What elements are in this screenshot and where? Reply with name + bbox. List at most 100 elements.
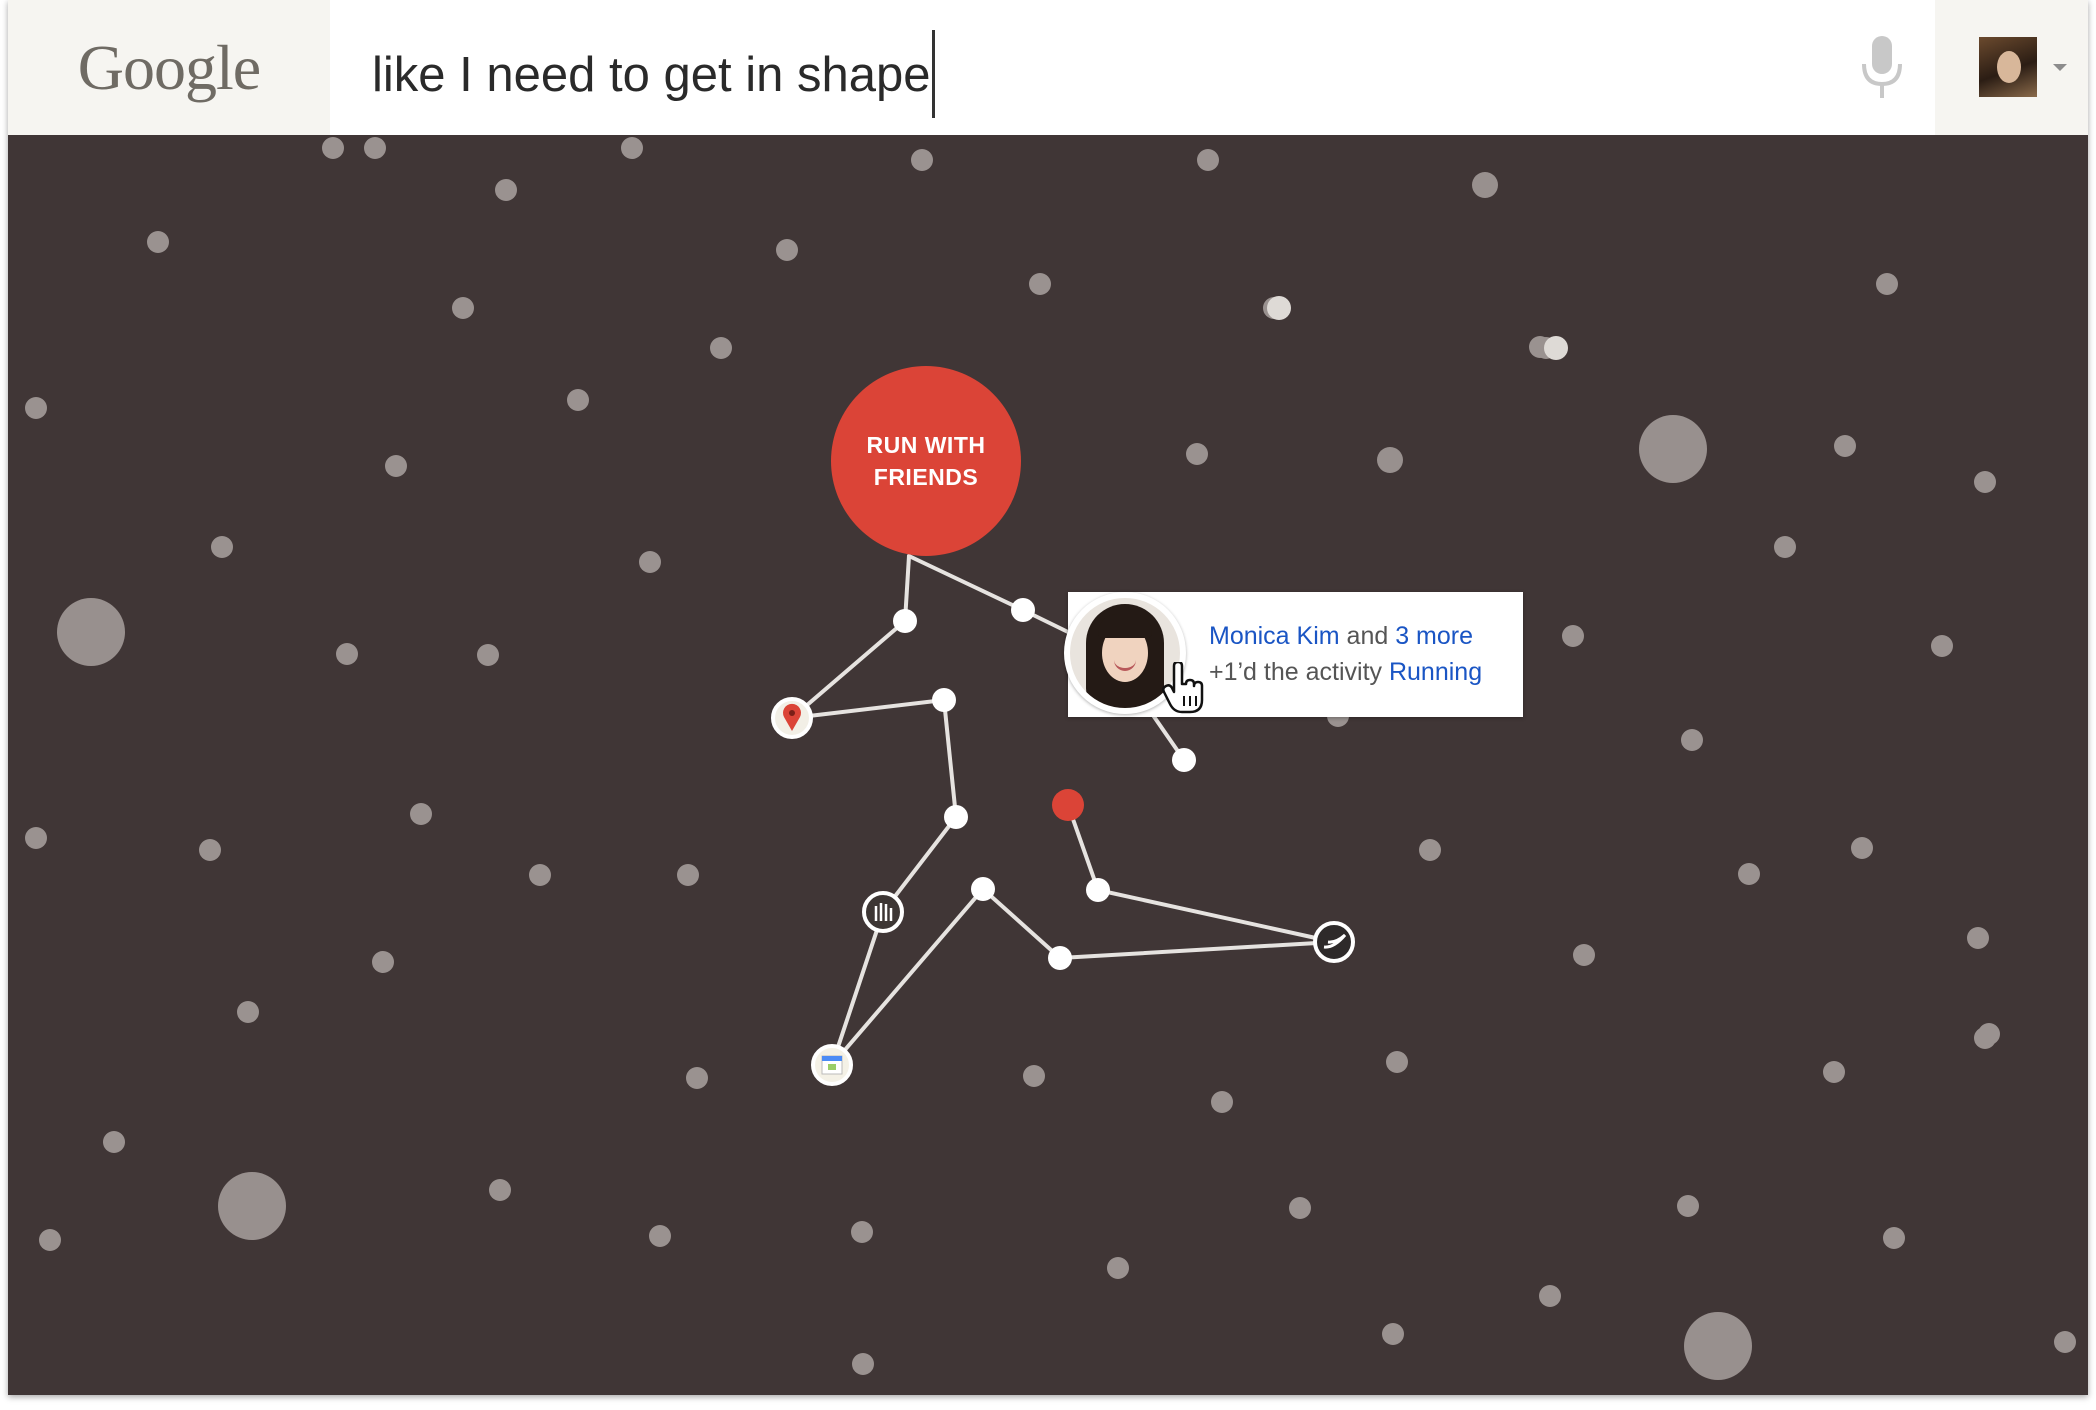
social-popup-card[interactable]: Monica Kim and 3 more +1’d the activity …: [1064, 592, 1523, 717]
background-dot: [1267, 296, 1291, 320]
constellation-line: [907, 554, 1025, 612]
background-blur-dot: [1377, 447, 1403, 473]
popup-action-text: +1’d the activity: [1209, 658, 1389, 686]
background-dot: [477, 644, 499, 666]
person-name-link[interactable]: Monica Kim: [1209, 622, 1340, 650]
google-logo[interactable]: Google: [78, 31, 261, 105]
background-blur-dot: [57, 598, 125, 666]
photo-bangs: [1098, 614, 1152, 638]
background-blur-dot: [218, 1172, 286, 1240]
constellation-node[interactable]: [932, 688, 956, 712]
background-dot: [1823, 1061, 1845, 1083]
background-dot: [529, 864, 551, 886]
constellation-line: [1096, 888, 1336, 944]
calendar-icon[interactable]: [811, 1044, 853, 1086]
constellation-line: [942, 698, 958, 819]
background-dot: [1211, 1091, 1233, 1113]
background-dot: [621, 137, 643, 159]
logo-area: Google: [8, 0, 330, 135]
background-dot: [211, 536, 233, 558]
hand-cursor-icon: [1162, 662, 1204, 714]
background-dot: [1974, 471, 1996, 493]
background-dot: [1419, 839, 1441, 861]
constellation-line: [790, 698, 946, 720]
background-dot: [1876, 273, 1898, 295]
background-dot: [567, 389, 589, 411]
nike-app-icon[interactable]: [1313, 921, 1355, 963]
background-dot: [1029, 273, 1051, 295]
constellation-node[interactable]: [944, 805, 968, 829]
run-with-friends-label: RUN WITH FRIENDS: [866, 432, 986, 490]
run-with-friends-node[interactable]: RUN WITH FRIENDS: [831, 366, 1021, 556]
background-dot: [410, 803, 432, 825]
background-dot: [199, 839, 221, 861]
background-dot: [1186, 443, 1208, 465]
constellation-node[interactable]: [1172, 748, 1196, 772]
app-frame: Google like I need to get in shape RUN W…: [8, 0, 2088, 1395]
background-dot: [1978, 1023, 2000, 1045]
constellation-line: [830, 887, 985, 1067]
background-dot: [1774, 536, 1796, 558]
background-dot: [1738, 863, 1760, 885]
background-dot: [1851, 837, 1873, 859]
account-area[interactable]: [1935, 0, 2088, 135]
background-dot: [1834, 435, 1856, 457]
constellation-line: [830, 910, 885, 1067]
dropdown-caret-icon[interactable]: [2053, 64, 2067, 71]
active-node[interactable]: [1052, 789, 1084, 821]
background-dot: [1107, 1257, 1129, 1279]
popup-line-activity: +1’d the activity Running: [1209, 658, 1482, 687]
search-input-row[interactable]: like I need to get in shape: [372, 30, 936, 122]
constellation-node[interactable]: [893, 609, 917, 633]
popup-connector-text: and: [1339, 622, 1396, 650]
background-dot: [2054, 1331, 2076, 1353]
background-dot: [25, 397, 47, 419]
constellation-line: [1058, 940, 1336, 960]
background-dot: [851, 1221, 873, 1243]
activity-link[interactable]: Running: [1389, 658, 1482, 686]
top-bar: Google like I need to get in shape: [8, 0, 2088, 135]
background-dot: [649, 1225, 671, 1247]
background-blur-dot: [1684, 1312, 1752, 1380]
constellation-line: [981, 887, 1062, 960]
more-people-link[interactable]: 3 more: [1395, 622, 1473, 650]
background-dot: [322, 137, 344, 159]
background-dot: [1681, 729, 1703, 751]
text-caret: [932, 30, 936, 118]
background-dot: [39, 1229, 61, 1251]
background-dot: [372, 951, 394, 973]
background-dot: [776, 239, 798, 261]
constellation-node[interactable]: [1011, 598, 1035, 622]
background-dot: [686, 1067, 708, 1089]
background-dot: [385, 455, 407, 477]
background-dot: [103, 1131, 125, 1153]
background-dot: [639, 551, 661, 573]
microphone-icon[interactable]: [1857, 36, 1907, 100]
maps-pin-icon[interactable]: [771, 697, 813, 739]
background-dot: [25, 827, 47, 849]
background-dot: [852, 1353, 874, 1375]
background-dot: [1197, 149, 1219, 171]
avatar-face: [1997, 51, 2021, 83]
search-box[interactable]: like I need to get in shape: [330, 0, 1935, 135]
background-dot: [677, 864, 699, 886]
constellation-node[interactable]: [1048, 946, 1072, 970]
background-dot: [1677, 1195, 1699, 1217]
constellation-node[interactable]: [1086, 878, 1110, 902]
background-dot: [1289, 1197, 1311, 1219]
background-dot: [489, 1179, 511, 1201]
popup-line-people: Monica Kim and 3 more: [1209, 622, 1473, 651]
search-input[interactable]: like I need to get in shape: [372, 48, 930, 102]
background-dot: [336, 643, 358, 665]
background-dot: [1967, 927, 1989, 949]
background-dot: [710, 337, 732, 359]
fitness-app-icon[interactable]: [862, 891, 904, 933]
constellation-node[interactable]: [971, 877, 995, 901]
background-dot: [147, 231, 169, 253]
background-dot: [364, 137, 386, 159]
background-blur-dot: [1639, 415, 1707, 483]
background-dot: [1931, 635, 1953, 657]
background-blur-dot: [1472, 172, 1498, 198]
background-dot: [911, 149, 933, 171]
profile-avatar[interactable]: [1979, 37, 2037, 97]
